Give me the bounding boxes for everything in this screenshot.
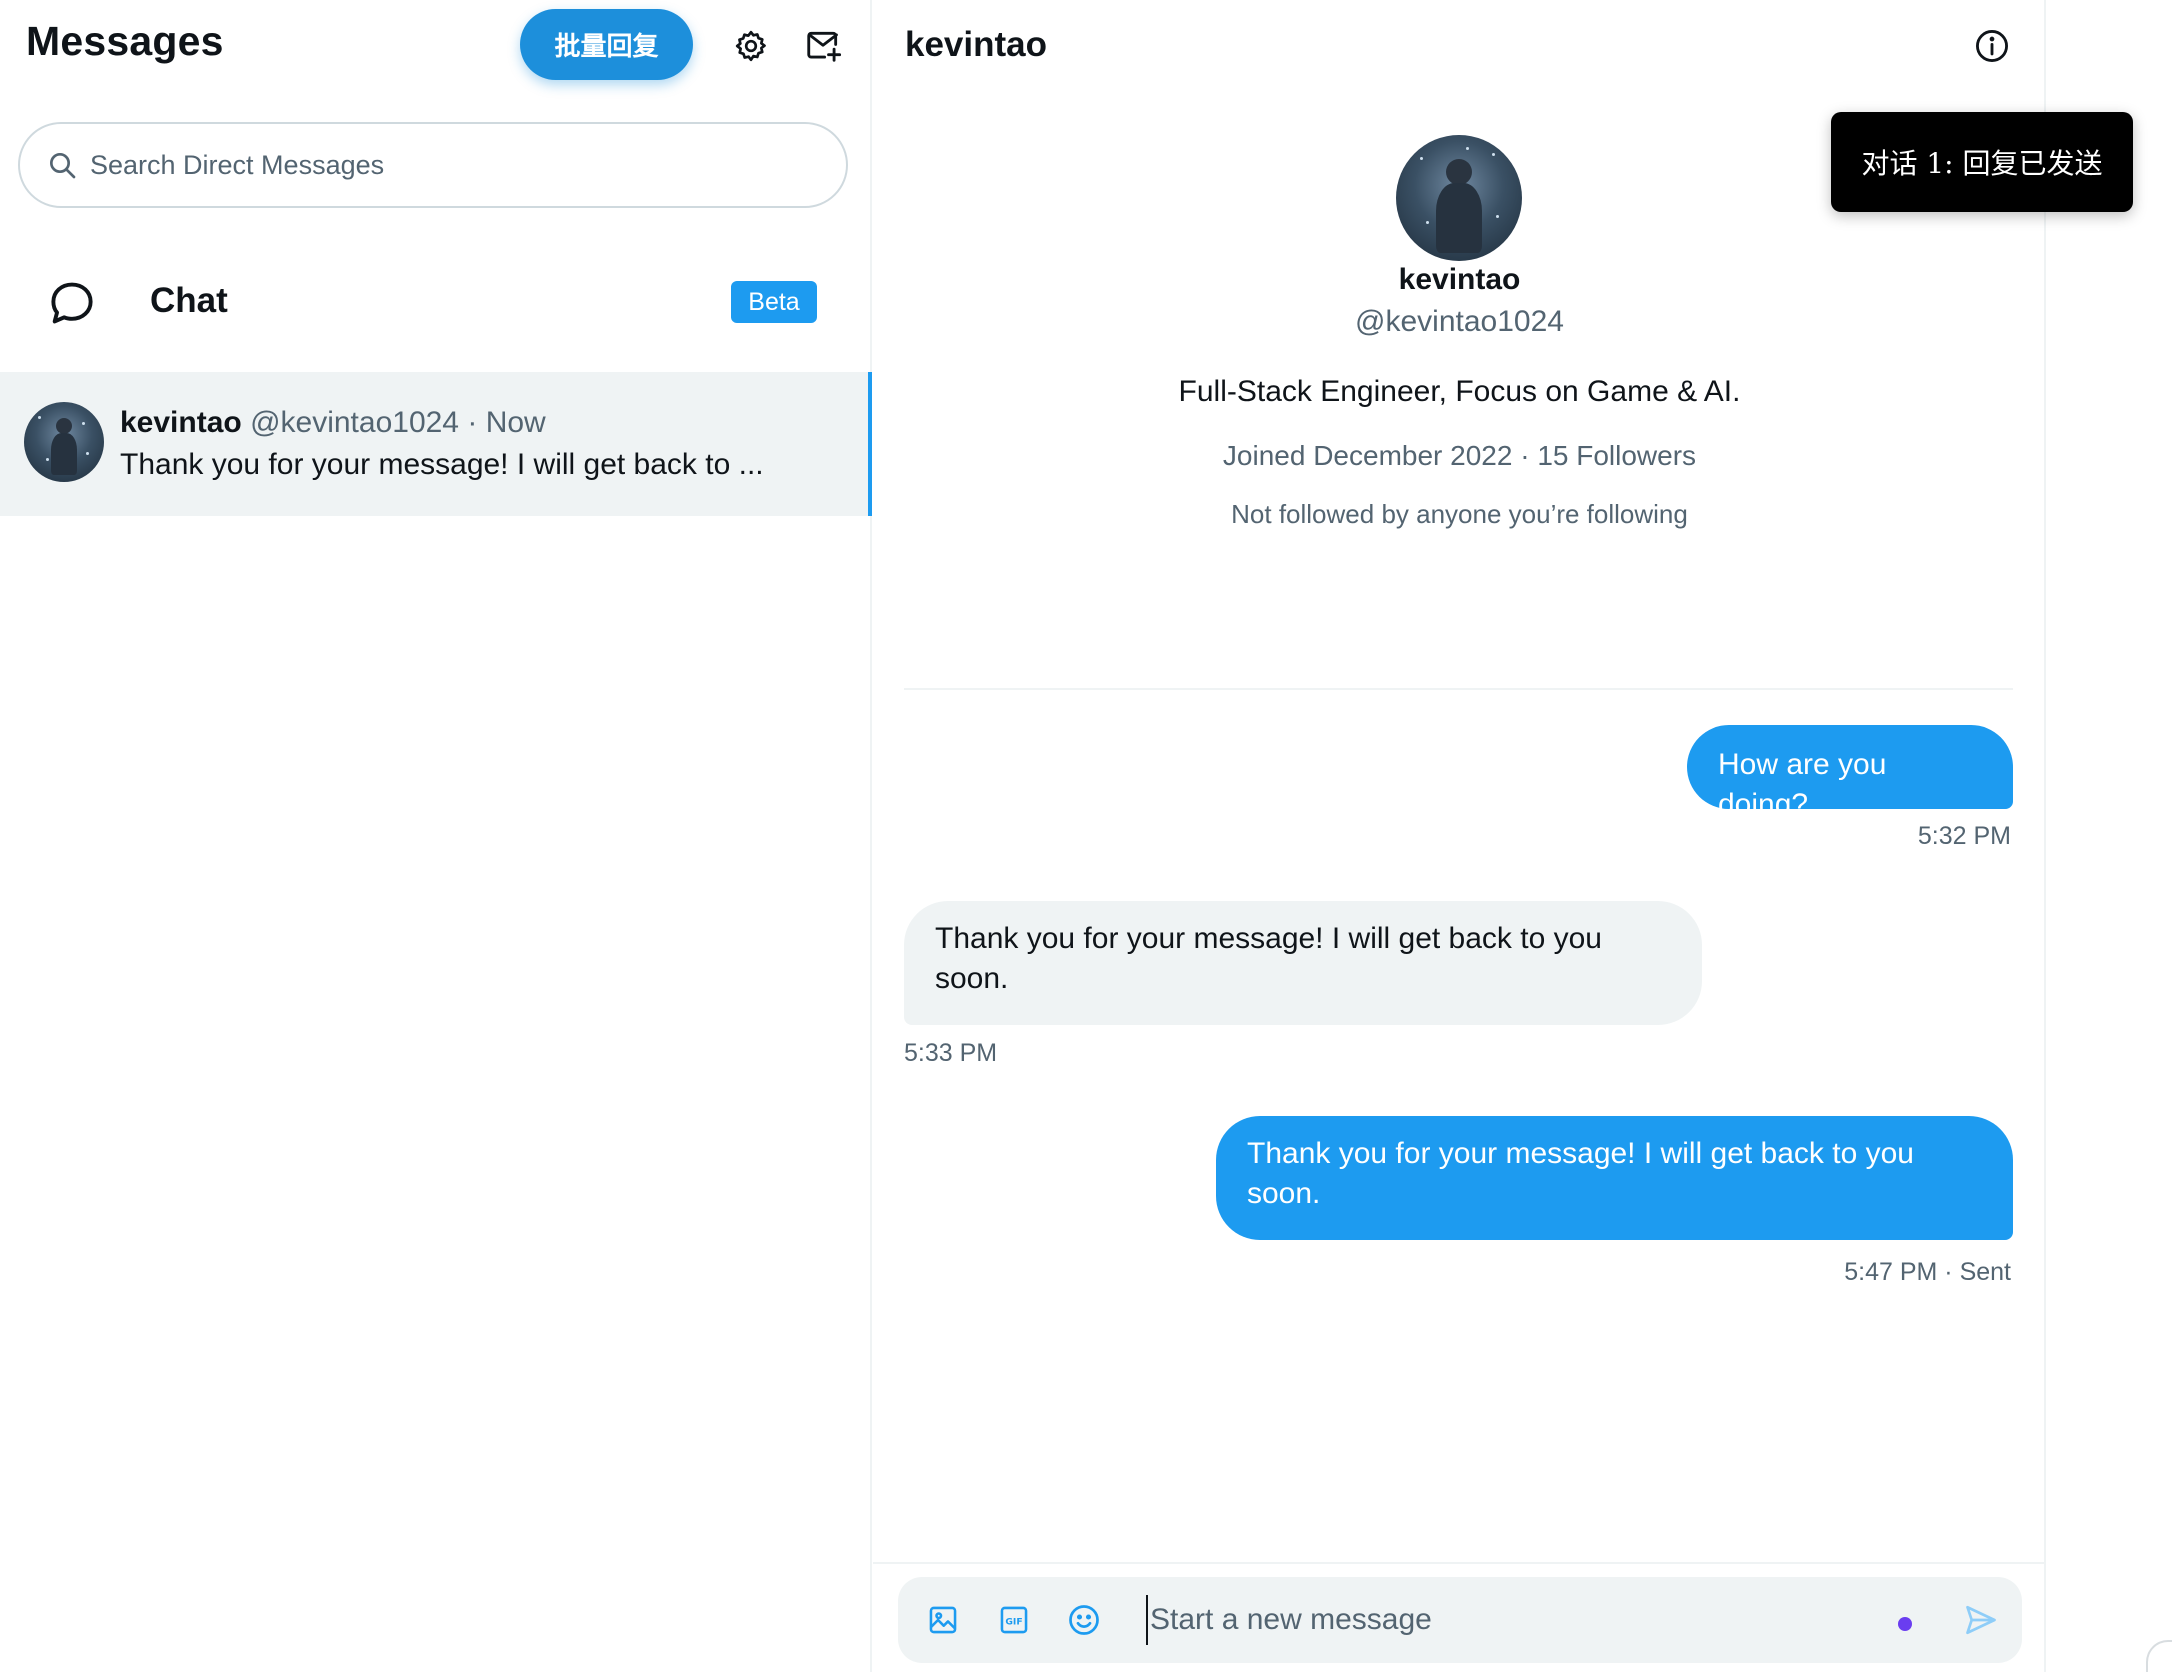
message-input[interactable] (1146, 1595, 1846, 1645)
image-icon (929, 1606, 957, 1634)
conversation-separator: · (467, 406, 478, 439)
conversation-header: kevintao @kevintao1024 · Now (120, 406, 546, 440)
chat-bubble-icon (51, 282, 93, 324)
message-timestamp: 5:32 PM (1917, 822, 2011, 850)
profile-avatar[interactable] (1396, 135, 1522, 261)
search-icon (50, 153, 76, 179)
profile-handle: @kevintao1024 (1355, 305, 1564, 338)
search-input[interactable] (90, 149, 830, 181)
emoji-icon (1069, 1605, 1099, 1635)
app-root: Messages 批量回复 Search Direct Messages Cha… (0, 0, 2172, 1672)
new-message-button[interactable] (795, 18, 851, 74)
left-header: Messages 批量回复 (0, 0, 872, 94)
conversation-item[interactable]: kevintao @kevintao1024 · Now Thank you f… (0, 372, 872, 516)
add-media-button[interactable] (922, 1599, 964, 1641)
status-dot (1898, 1617, 1912, 1631)
chat-label: Chat (150, 281, 228, 320)
chat-row[interactable]: Chat Beta (0, 255, 872, 350)
settings-button[interactable] (723, 18, 779, 74)
search-field[interactable] (18, 122, 848, 208)
beta-badge: Beta (731, 281, 817, 323)
conversation-info-button[interactable] (1966, 20, 2018, 72)
message-timestamp: 5:33 PM (904, 1039, 998, 1067)
message-bubble-incoming[interactable]: Thank you for your message! I will get b… (904, 901, 1702, 1025)
conversation-list-pane: Messages 批量回复 Search Direct Messages Cha… (0, 0, 872, 1672)
add-gif-button[interactable]: GIF (993, 1599, 1035, 1641)
profile-bio: Full-Stack Engineer, Focus on Game & AI. (1178, 375, 1741, 408)
send-icon (1966, 1605, 1996, 1635)
profile-name: kevintao (1398, 263, 1521, 296)
message-composer: GIF (898, 1577, 2022, 1663)
message-bubble-outgoing[interactable]: How are you doing? (1687, 725, 2013, 821)
add-emoji-button[interactable] (1063, 1599, 1105, 1641)
gear-icon (735, 30, 766, 62)
conversation-name: kevintao (120, 406, 242, 439)
conversation-handle: @kevintao1024 (250, 406, 459, 439)
conversation-pane: kevintao kevintao @kevintao1024 Full-Sta… (873, 0, 2046, 1672)
new-message-icon (807, 31, 842, 62)
reply-sent-toast: 对话 1: 回复已发送 (1831, 112, 2133, 212)
profile-joined-followers: Joined December 2022 · 15 Followers (1222, 440, 1697, 471)
message-bubble-outgoing[interactable]: Thank you for your message! I will get b… (1216, 1116, 2013, 1240)
avatar (24, 402, 104, 482)
page-title: Messages (26, 18, 224, 64)
gif-icon: GIF (1000, 1606, 1028, 1634)
batch-reply-button[interactable]: 批量回复 (520, 9, 693, 80)
info-icon (1976, 30, 2008, 62)
profile-divider (904, 688, 2013, 690)
conversation-time: Now (485, 406, 546, 439)
send-button[interactable] (1958, 1597, 2004, 1643)
composer-divider (873, 1562, 2046, 1564)
profile-followed-note: Not followed by anyone you’re following (1231, 499, 1688, 529)
window-corner (2146, 1640, 2172, 1672)
svg-text:GIF: GIF (1005, 1616, 1022, 1627)
message-timestamp-status: 5:47 PM · Sent (1844, 1258, 2011, 1286)
conversation-title: kevintao (905, 25, 1047, 64)
conversation-preview: Thank you for your message! I will get b… (120, 448, 764, 481)
